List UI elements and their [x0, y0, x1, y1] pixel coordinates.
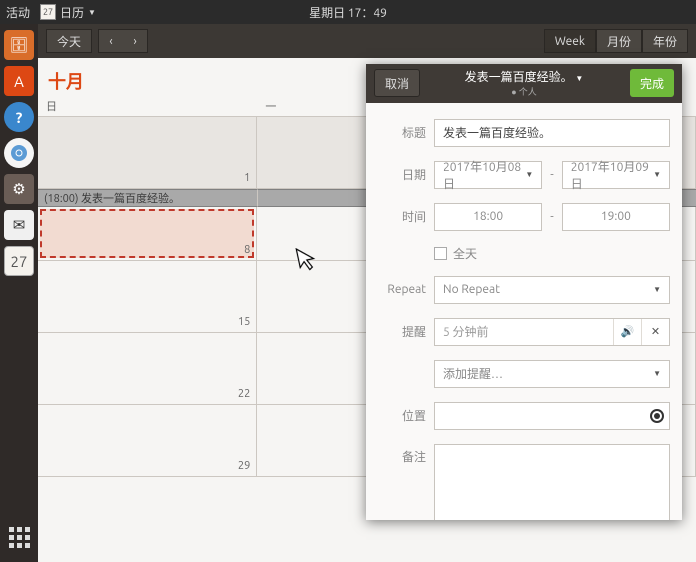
time-from-picker[interactable]: 18:00	[434, 203, 542, 231]
title-input[interactable]	[434, 119, 670, 147]
label-reminder: 提醒	[378, 323, 426, 340]
prev-button[interactable]: ‹	[99, 30, 123, 52]
day-hdr-sun: 日	[38, 98, 257, 114]
mail-launcher-icon[interactable]: ✉	[4, 210, 34, 240]
time-to-picker[interactable]: 19:00	[562, 203, 670, 231]
chevron-down-icon: ▼	[653, 285, 661, 294]
day-cell[interactable]: 8	[38, 207, 257, 260]
event-editor-dialog: 取消 发表一篇百度经验。 ▼ ● 个人 完成 标题 日期 2017年10月08日…	[366, 64, 682, 520]
dash-separator: -	[550, 210, 553, 223]
calendar-app-icon: 27	[40, 4, 56, 20]
view-month[interactable]: 月份	[596, 29, 642, 53]
location-input[interactable]	[434, 402, 670, 430]
chevron-down-icon: ▼	[653, 170, 661, 179]
locate-icon[interactable]	[650, 409, 664, 423]
add-reminder-select[interactable]: 添加提醒…▼	[434, 360, 670, 388]
calendar-toolbar: 今天 ‹ › Week 月份 年份	[38, 24, 696, 58]
repeat-select[interactable]: No Repeat▼	[434, 276, 670, 304]
view-year[interactable]: 年份	[642, 29, 688, 53]
day-cell[interactable]: 29	[38, 405, 257, 476]
sound-icon[interactable]: 🔊	[613, 319, 641, 345]
app-menu-label: 日历	[60, 4, 84, 21]
nav-group: ‹ ›	[98, 29, 148, 53]
notes-textarea[interactable]	[434, 444, 670, 520]
checkbox-icon	[434, 247, 447, 260]
files-launcher-icon[interactable]: 🗄	[4, 30, 34, 60]
chevron-down-icon: ▼	[88, 8, 96, 17]
day-cell[interactable]: 22	[38, 333, 257, 404]
label-time: 时间	[378, 208, 426, 225]
calendar-event[interactable]: (18:00) 发表一篇百度经验。	[38, 189, 258, 207]
gnome-topbar: 活动 27 日历 ▼ 星期日 17：49	[0, 0, 696, 24]
event-label: (18:00) 发表一篇百度经验。	[44, 190, 180, 206]
show-applications-button[interactable]	[4, 522, 34, 552]
today-button[interactable]: 今天	[46, 29, 92, 53]
help-launcher-icon[interactable]: ?	[4, 102, 34, 132]
chevron-down-icon: ▼	[653, 369, 661, 378]
dialog-header: 取消 发表一篇百度经验。 ▼ ● 个人 完成	[366, 64, 682, 103]
reminder-value: 5 分钟前	[435, 323, 613, 340]
view-week[interactable]: Week	[544, 29, 596, 53]
clock[interactable]: 星期日 17：49	[309, 4, 387, 21]
selection-outline	[40, 209, 254, 258]
label-title: 标题	[378, 124, 426, 141]
chevron-down-icon: ▼	[575, 74, 583, 83]
dialog-subtitle: ● 个人	[465, 85, 584, 98]
done-button[interactable]: 完成	[630, 69, 674, 97]
software-launcher-icon[interactable]: A	[4, 66, 34, 96]
reminder-item: 5 分钟前 🔊 ✕	[434, 318, 670, 346]
label-date: 日期	[378, 166, 426, 183]
cancel-button[interactable]: 取消	[374, 69, 420, 97]
day-cell[interactable]: 15	[38, 261, 257, 332]
app-menu[interactable]: 27 日历 ▼	[40, 4, 96, 21]
calendar-launcher-icon[interactable]: 27	[4, 246, 34, 276]
chromium-launcher-icon[interactable]	[4, 138, 34, 168]
label-repeat: Repeat	[378, 283, 426, 296]
dialog-title-text: 发表一篇百度经验。	[465, 71, 573, 84]
label-notes: 备注	[378, 444, 426, 465]
date-from-picker[interactable]: 2017年10月08日▼	[434, 161, 542, 189]
allday-label: 全天	[453, 245, 477, 262]
launcher-dock: 🗄 A ? ⚙ ✉ 27	[0, 24, 38, 562]
dialog-body: 标题 日期 2017年10月08日▼ - 2017年10月09日▼ 时间 18:…	[366, 103, 682, 520]
remove-reminder-button[interactable]: ✕	[641, 319, 669, 345]
chevron-down-icon: ▼	[525, 170, 533, 179]
activities-button[interactable]: 活动	[6, 4, 30, 21]
day-cell[interactable]: 1	[38, 117, 257, 188]
date-to-picker[interactable]: 2017年10月09日▼	[562, 161, 670, 189]
dash-separator: -	[550, 168, 553, 181]
label-location: 位置	[378, 407, 426, 424]
dialog-title: 发表一篇百度经验。 ▼ ● 个人	[465, 68, 584, 98]
settings-launcher-icon[interactable]: ⚙	[4, 174, 34, 204]
chromium-icon	[10, 144, 28, 162]
view-switcher: Week 月份 年份	[544, 29, 688, 53]
allday-checkbox[interactable]: 全天	[434, 245, 670, 262]
next-button[interactable]: ›	[123, 30, 147, 52]
